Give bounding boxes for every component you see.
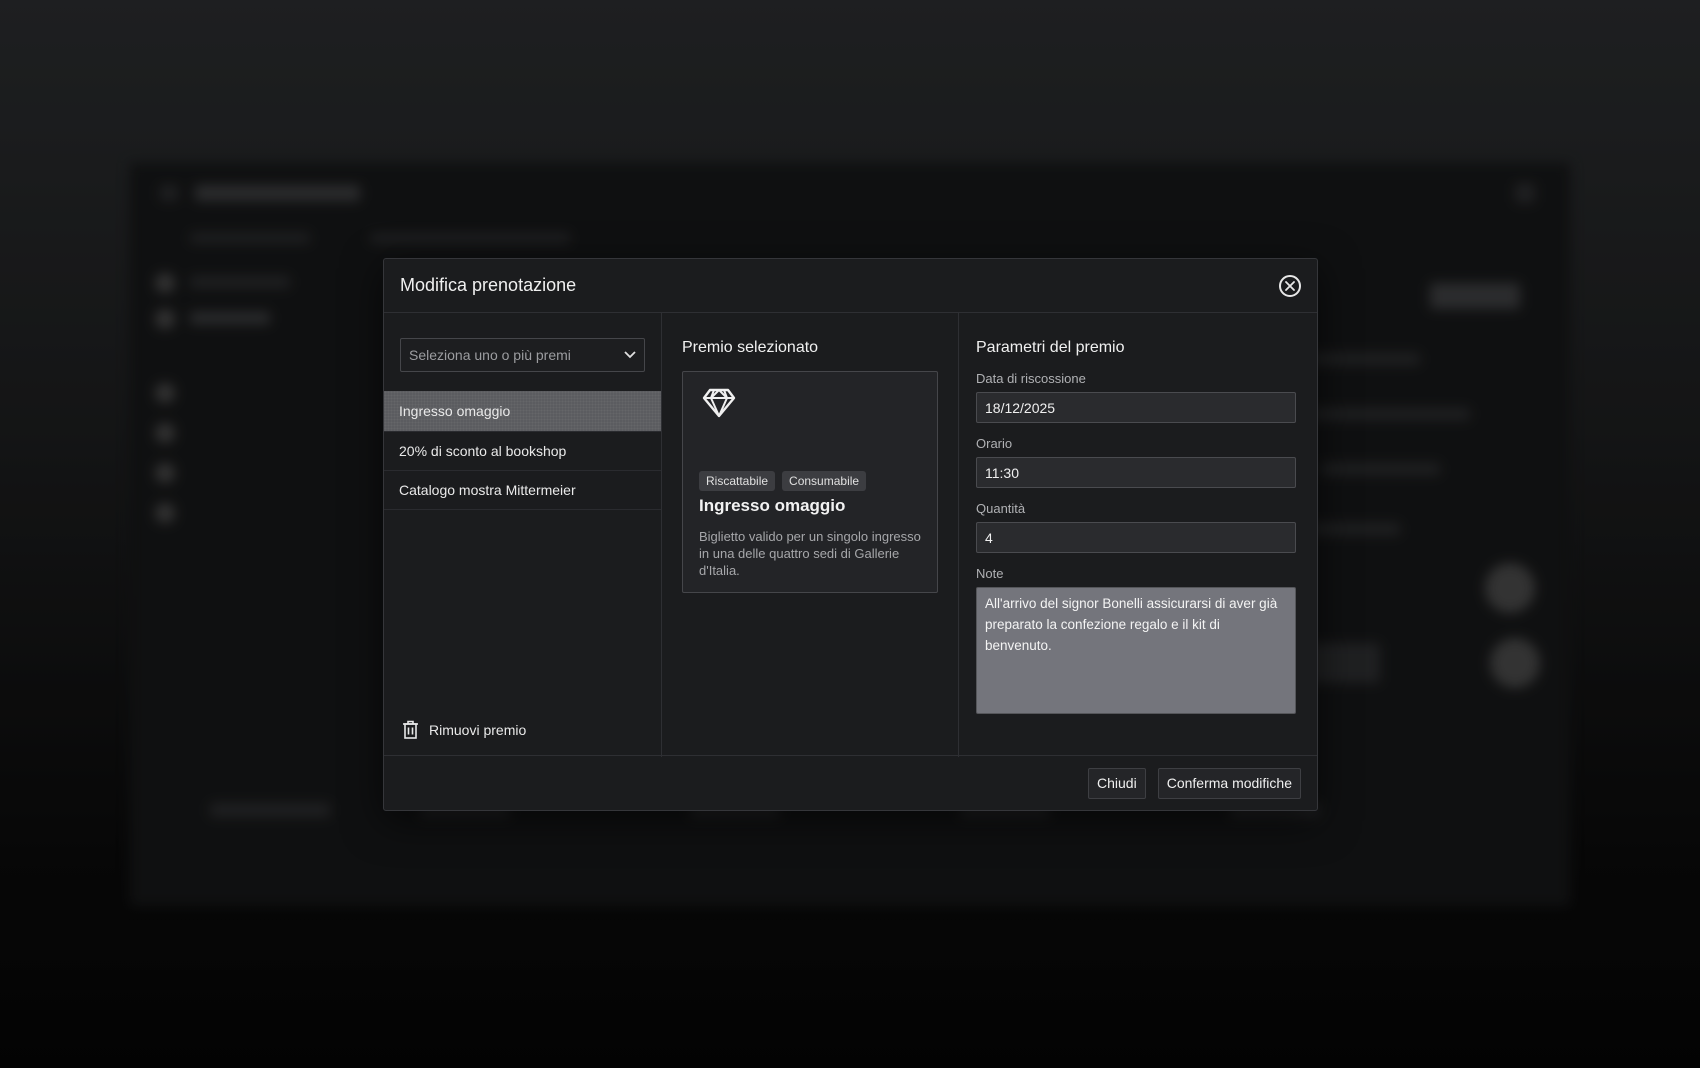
date-input[interactable] xyxy=(976,392,1296,423)
prize-item-label: Catalogo mostra Mittermeier xyxy=(399,482,576,498)
list-item[interactable]: Catalogo mostra Mittermeier xyxy=(384,471,661,510)
notes-label: Note xyxy=(976,566,1004,581)
diamond-icon xyxy=(702,388,736,418)
confirm-changes-button[interactable]: Conferma modifiche xyxy=(1157,767,1301,799)
selected-prize-title: Premio selezionato xyxy=(682,339,819,356)
tag-badge: Riscattabile xyxy=(699,471,776,491)
prize-tags: Riscattabile Consumabile xyxy=(699,471,867,491)
chevron-down-icon xyxy=(624,351,636,359)
quantity-input[interactable] xyxy=(976,522,1296,553)
modal-header: Modifica prenotazione xyxy=(384,259,1317,313)
prize-item-label: 20% di sconto al bookshop xyxy=(399,443,567,459)
date-field-group: Data di riscossione xyxy=(976,371,1300,423)
prize-list-panel: Seleziona uno o più premi Ingresso omagg… xyxy=(384,313,662,757)
quantity-label: Quantità xyxy=(976,501,1026,516)
list-item[interactable]: Ingresso omaggio xyxy=(384,391,661,432)
time-label: Orario xyxy=(976,436,1013,451)
date-label: Data di riscossione xyxy=(976,371,1086,386)
modal-footer: Chiudi Conferma modifiche xyxy=(384,755,1317,810)
remove-prize-label: Rimuovi premio xyxy=(429,721,527,738)
close-icon xyxy=(1285,280,1295,291)
prize-parameters-panel: Parametri del premio Data di riscossione… xyxy=(959,313,1317,757)
close-modal-button[interactable]: Chiudi xyxy=(1088,767,1146,799)
close-button[interactable] xyxy=(1279,274,1301,297)
prize-select-placeholder: Seleziona uno o più premi xyxy=(409,347,571,363)
trash-icon xyxy=(403,720,418,739)
list-item[interactable]: 20% di sconto al bookshop xyxy=(384,432,661,471)
prize-description: Biglietto valido per un singolo ingresso… xyxy=(699,529,921,578)
prize-item-label: Ingresso omaggio xyxy=(399,403,511,419)
parameters-title: Parametri del premio xyxy=(976,339,1125,356)
time-input[interactable] xyxy=(976,457,1296,488)
notes-textarea[interactable]: All'arrivo del signor Bonelli assicurars… xyxy=(976,587,1296,714)
prize-name: Ingresso omaggio xyxy=(699,496,846,515)
quantity-field-group: Quantità xyxy=(976,501,1300,553)
prize-select[interactable]: Seleziona uno o più premi xyxy=(400,338,645,372)
edit-booking-modal: Modifica prenotazione Seleziona uno o pi… xyxy=(383,258,1318,811)
time-field-group: Orario xyxy=(976,436,1300,488)
remove-prize-button[interactable]: Rimuovi premio xyxy=(402,720,526,739)
prize-card: Riscattabile Consumabile Ingresso omaggi… xyxy=(682,371,938,593)
modal-body: Seleziona uno o più premi Ingresso omagg… xyxy=(384,313,1317,757)
prize-list: Ingresso omaggio 20% di sconto al booksh… xyxy=(384,391,661,510)
notes-field-group: Note All'arrivo del signor Bonelli assic… xyxy=(976,566,1300,719)
modal-title: Modifica prenotazione xyxy=(400,275,577,295)
tag-badge: Consumabile xyxy=(782,471,867,491)
selected-prize-panel: Premio selezionato Riscattabile Consumab… xyxy=(662,313,959,757)
